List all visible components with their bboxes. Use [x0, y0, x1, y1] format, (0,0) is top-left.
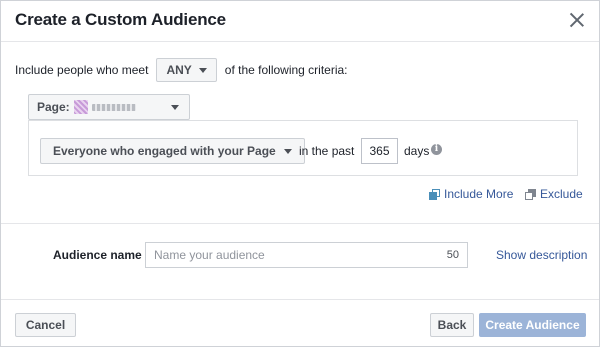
page-selector-dropdown[interactable]: Page: — [28, 94, 190, 120]
audience-name-label: Audience name — [53, 248, 142, 262]
criteria-prefix: Include people who meet — [15, 63, 149, 77]
create-custom-audience-dialog: Create a Custom Audience Include people … — [0, 0, 600, 347]
exclude-label: Exclude — [540, 187, 583, 201]
create-audience-button[interactable]: Create Audience — [479, 313, 586, 337]
dialog-header: Create a Custom Audience — [1, 1, 599, 42]
page-name-redacted — [91, 103, 136, 111]
include-more-label: Include More — [444, 187, 514, 201]
audience-name-input[interactable] — [154, 248, 447, 262]
engagement-type-dropdown[interactable]: Everyone who engaged with your Page — [40, 138, 305, 164]
close-icon[interactable] — [569, 12, 585, 28]
page-selector-label: Page: — [37, 100, 70, 114]
include-more-button[interactable]: Include More — [429, 187, 513, 201]
retention-days-input[interactable]: 365 — [361, 138, 398, 164]
days-label: days — [404, 144, 430, 158]
page-avatar — [73, 100, 88, 114]
criteria-suffix: of the following criteria: — [224, 63, 348, 77]
exclude-button[interactable]: Exclude — [525, 187, 583, 201]
show-description-link[interactable]: Show description — [496, 248, 587, 262]
engagement-rule-box: Everyone who engaged with your Page in t… — [28, 120, 578, 176]
criteria-row: Include people who meet ANY of the follo… — [15, 57, 348, 83]
dialog-title: Create a Custom Audience — [15, 10, 226, 29]
footer-divider — [1, 299, 599, 300]
caret-down-icon — [283, 148, 292, 154]
cancel-button[interactable]: Cancel — [15, 313, 76, 337]
char-limit-counter: 50 — [446, 249, 459, 261]
section-divider — [1, 223, 599, 224]
in-the-past-label: in the past — [299, 144, 355, 158]
match-any-label: ANY — [166, 63, 192, 77]
include-icon — [429, 188, 440, 200]
caret-down-icon — [198, 67, 207, 73]
info-icon[interactable]: i — [431, 144, 442, 155]
audience-name-field[interactable]: 50 — [145, 242, 468, 268]
caret-down-icon — [171, 105, 179, 110]
back-button[interactable]: Back — [430, 313, 474, 337]
match-any-dropdown[interactable]: ANY — [156, 58, 217, 82]
exclude-icon — [525, 188, 536, 200]
engagement-type-label: Everyone who engaged with your Page — [53, 144, 276, 158]
